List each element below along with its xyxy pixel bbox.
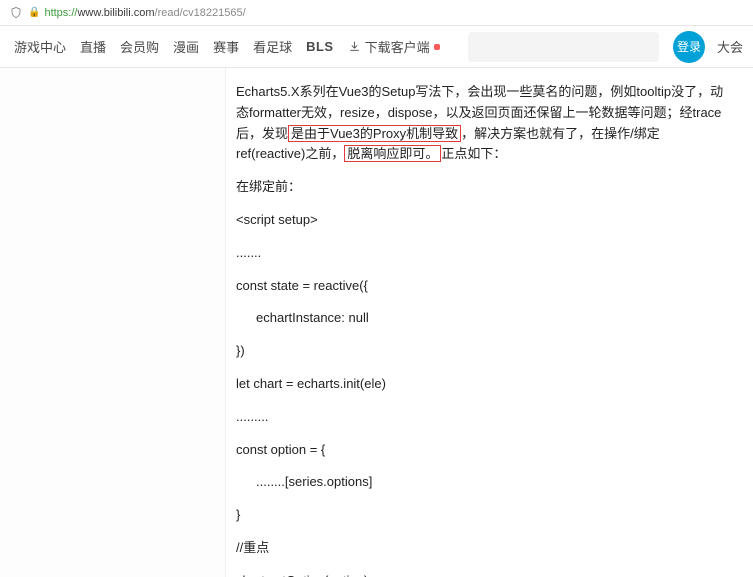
- code-line: }): [236, 341, 729, 362]
- browser-urlbar: 🔒 https://www.bilibili.com/read/cv182215…: [0, 0, 753, 26]
- login-button[interactable]: 登录: [673, 31, 705, 63]
- code-line: echartInstance: null: [236, 308, 729, 329]
- code-line: chart.setOption(option);: [236, 571, 729, 577]
- code-line: let chart = echarts.init(ele): [236, 374, 729, 395]
- lock-icon: 🔒: [28, 7, 40, 18]
- highlight-cause: 是由于Vue3的Proxy机制导致: [288, 125, 461, 142]
- nav-download-client[interactable]: 下载客户端: [348, 37, 440, 56]
- nav-live[interactable]: 直播: [80, 37, 106, 56]
- top-nav: 游戏中心 直播 会员购 漫画 赛事 看足球 BLS 下载客户端 登录 大会: [0, 26, 753, 68]
- code-line: const state = reactive({: [236, 276, 729, 297]
- nav-football[interactable]: 看足球: [253, 37, 292, 56]
- code-line: .........: [236, 407, 729, 428]
- intro-paragraph: Echarts5.X系列在Vue3的Setup写法下，会出现一些莫名的问题，例如…: [236, 82, 729, 165]
- nav-manga[interactable]: 漫画: [173, 37, 199, 56]
- code-line: const option = {: [236, 440, 729, 461]
- code-block-before: <script setup> ....... const state = rea…: [236, 210, 729, 577]
- nav-esports[interactable]: 赛事: [213, 37, 239, 56]
- code-line: //重点: [236, 538, 729, 559]
- before-bind-label: 在绑定前：: [236, 177, 729, 198]
- nav-member-shop[interactable]: 会员购: [120, 37, 159, 56]
- shield-icon: [10, 6, 22, 19]
- nav-game-center[interactable]: 游戏中心: [14, 37, 66, 56]
- left-gutter: [0, 68, 226, 577]
- code-line: <script setup>: [236, 210, 729, 231]
- nav-big-member[interactable]: 大会: [717, 37, 743, 56]
- code-line: .......: [236, 243, 729, 264]
- nav-bls[interactable]: BLS: [306, 39, 334, 54]
- search-input[interactable]: [468, 32, 659, 62]
- code-line: }: [236, 505, 729, 526]
- search-box: [468, 32, 659, 62]
- highlight-solution: 脱离响应即可。: [344, 145, 441, 162]
- article-content: Echarts5.X系列在Vue3的Setup写法下，会出现一些莫名的问题，例如…: [226, 68, 753, 577]
- new-badge-icon: [434, 44, 440, 50]
- page-body: Echarts5.X系列在Vue3的Setup写法下，会出现一些莫名的问题，例如…: [0, 68, 753, 577]
- url-text[interactable]: https://www.bilibili.com/read/cv18221565…: [44, 7, 245, 19]
- download-icon: [348, 40, 361, 53]
- code-line: ........[series.options]: [236, 472, 729, 493]
